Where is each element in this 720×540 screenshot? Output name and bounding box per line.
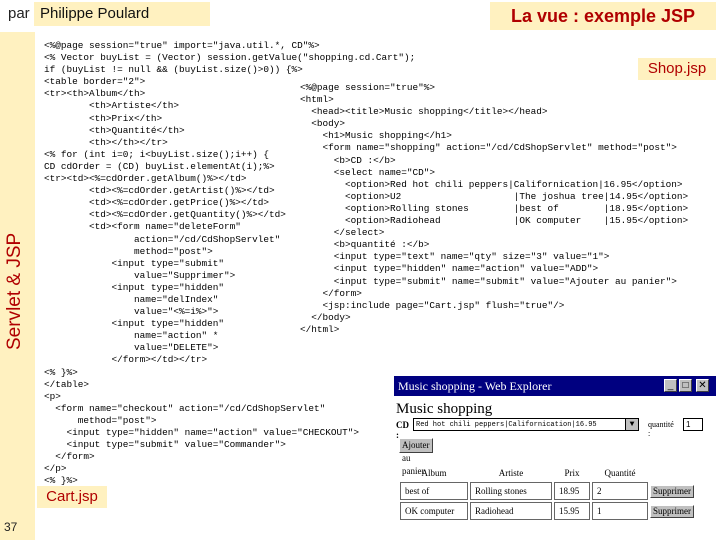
quantity-label: quantité :: [648, 420, 674, 438]
cell-price: 18.95: [554, 482, 590, 500]
table-row: best of Rolling stones 18.95 2 Supprimer: [400, 482, 694, 500]
chevron-down-icon[interactable]: ▼: [625, 419, 638, 430]
cart-table: Album Artiste Prix Quantité best of Roll…: [398, 464, 696, 522]
minimize-button[interactable]: _: [664, 379, 677, 392]
cd-select-value: Red hot chili peppers|Californication|16…: [416, 421, 597, 429]
slide-title: La vue : exemple JSP: [490, 2, 716, 30]
col-quantity: Quantité: [604, 468, 636, 478]
shop-jsp-code: <%@page session="true"%> <html> <head><t…: [300, 82, 689, 335]
quantity-input[interactable]: 1: [683, 418, 703, 431]
shop-jsp-tag: Shop.jsp: [638, 58, 716, 80]
delete-button[interactable]: Supprimer: [650, 484, 694, 498]
cell-artist: Radiohead: [470, 502, 552, 520]
cell-album: best of: [400, 482, 468, 500]
cell-price: 15.95: [554, 502, 590, 520]
table-row: OK computer Radiohead 15.95 1 Supprimer: [400, 502, 694, 520]
col-artist: Artiste: [498, 468, 524, 478]
cd-label: CD :: [396, 420, 409, 440]
cell-action: Supprimer: [650, 502, 694, 520]
cell-action: Supprimer: [650, 482, 694, 500]
cell-album: OK computer: [400, 502, 468, 520]
col-price: Prix: [564, 468, 580, 478]
col-album: Album: [421, 468, 447, 478]
browser-window: Music shopping - Web Explorer _ □ ✕ Musi…: [394, 376, 716, 540]
header-par: par: [8, 5, 30, 22]
page-heading: Music shopping: [396, 401, 493, 417]
delete-button[interactable]: Supprimer: [650, 504, 694, 518]
cd-select[interactable]: Red hot chili peppers|Californication|16…: [413, 418, 639, 431]
cell-quantity: 1: [592, 502, 648, 520]
browser-title: Music shopping - Web Explorer: [398, 379, 552, 393]
maximize-button[interactable]: □: [679, 379, 692, 392]
add-to-cart-button[interactable]: Ajouter au panier: [399, 438, 433, 476]
close-button[interactable]: ✕: [696, 379, 709, 392]
cell-artist: Rolling stones: [470, 482, 552, 500]
cart-jsp-tag: Cart.jsp: [37, 486, 107, 508]
col-action: [650, 466, 694, 480]
author-name: Philippe Poulard: [34, 2, 210, 26]
cell-quantity: 2: [592, 482, 648, 500]
page-number: 37: [4, 520, 18, 534]
section-label: Servlet & JSP: [4, 232, 25, 350]
